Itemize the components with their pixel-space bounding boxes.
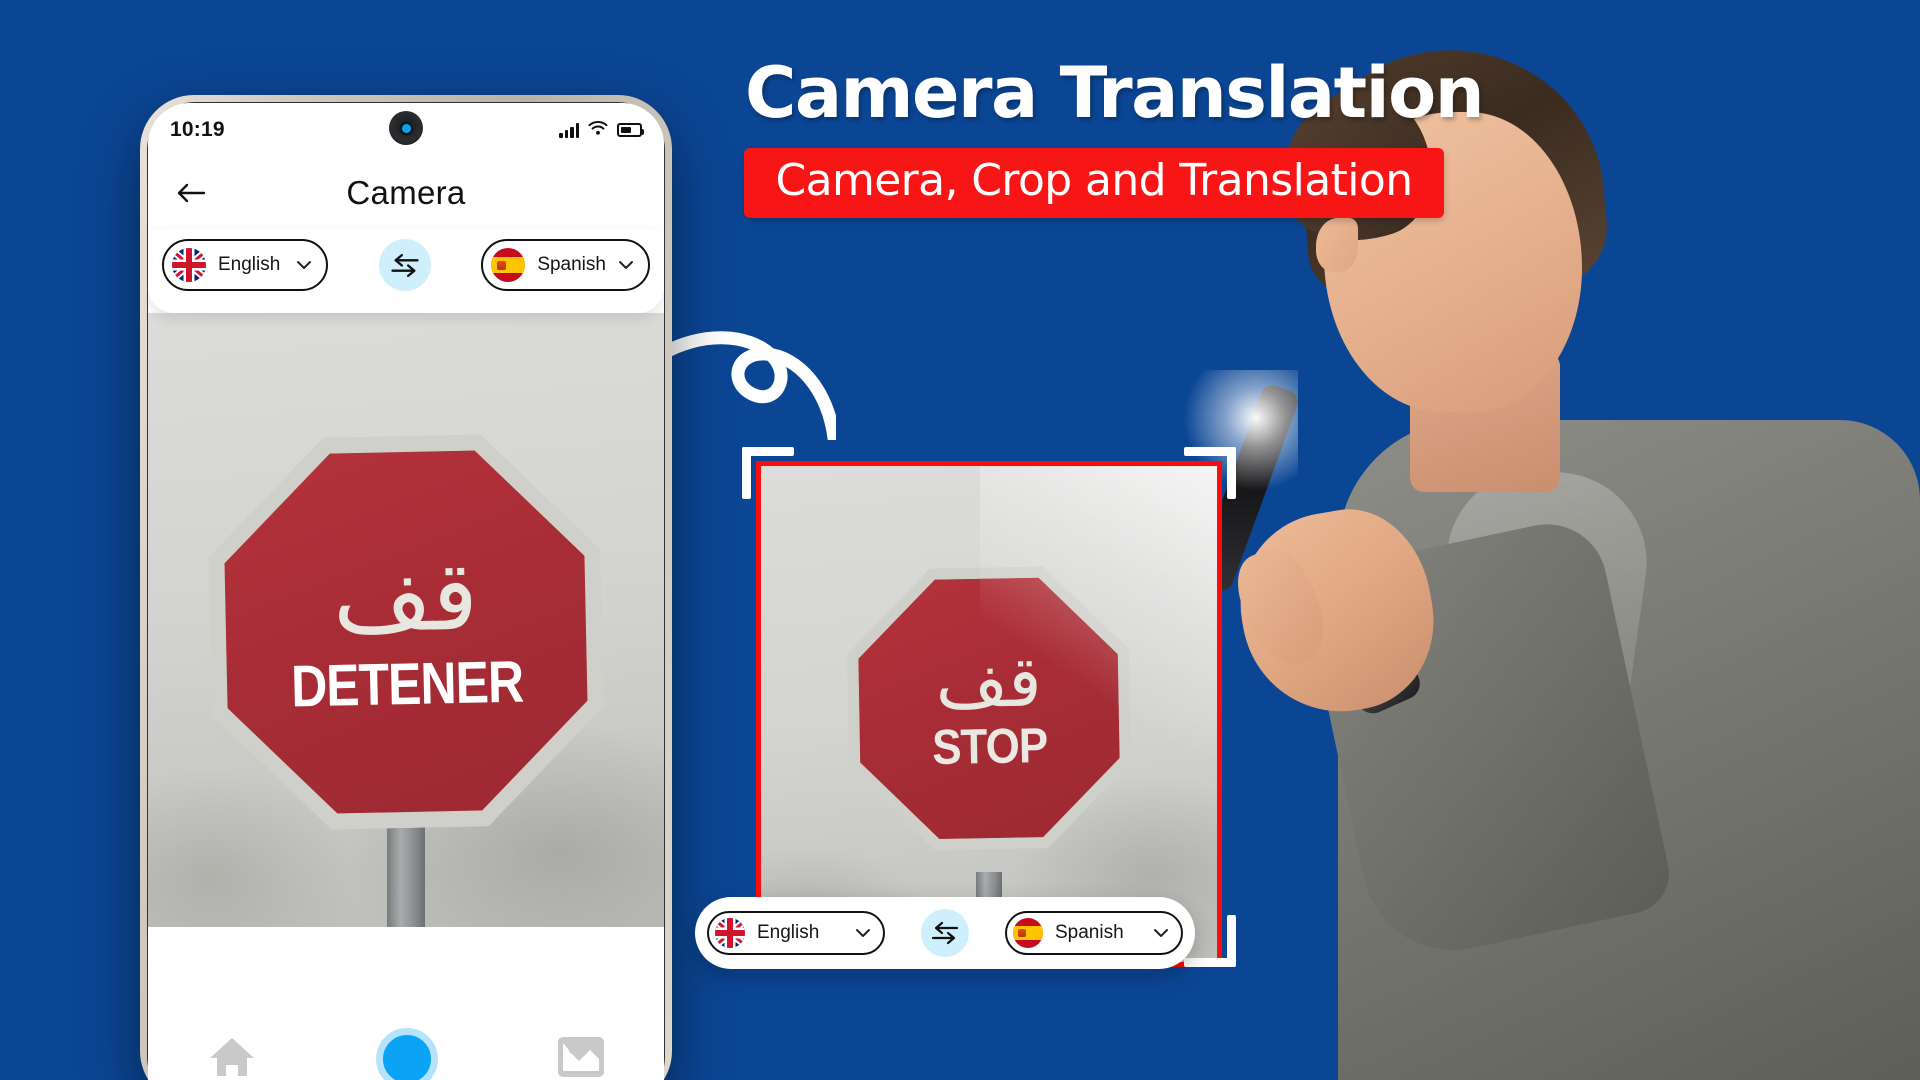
front-camera-punchhole: [389, 111, 423, 145]
status-time: 10:19: [170, 118, 225, 141]
home-icon[interactable]: [207, 1034, 257, 1080]
crop-swap-languages-button[interactable]: [921, 909, 969, 957]
source-language-selector[interactable]: English: [162, 239, 328, 291]
person-nose: [1316, 218, 1358, 272]
sign-text-arabic: قف: [934, 640, 1043, 725]
uk-flag-icon: [715, 918, 745, 948]
swap-languages-button[interactable]: [378, 239, 431, 291]
swap-arrows-icon: [931, 921, 959, 945]
spain-flag-icon: [491, 248, 526, 282]
camera-viewfinder[interactable]: قف DETENER: [148, 313, 664, 927]
crop-preview-card[interactable]: قف STOP: [742, 447, 1236, 967]
sign-text-arabic: قف: [331, 539, 480, 655]
chevron-down-icon[interactable]: [1153, 925, 1169, 941]
crop-source-language-label: English: [757, 922, 820, 943]
app-header: Camera: [148, 157, 664, 229]
swap-arrows-icon: [391, 253, 419, 277]
sign-text-translated: DETENER: [290, 648, 524, 720]
spain-flag-icon: [1013, 918, 1043, 948]
chevron-down-icon[interactable]: [855, 925, 871, 941]
shutter-button[interactable]: [375, 1028, 438, 1080]
crop-target-language-selector[interactable]: Spanish: [1005, 911, 1183, 955]
target-language-label: Spanish: [537, 254, 606, 275]
chevron-down-icon[interactable]: [296, 257, 312, 273]
back-arrow-icon[interactable]: [174, 176, 208, 210]
sign-text-original: STOP: [931, 718, 1048, 776]
app-title: Camera: [346, 174, 466, 211]
phone-mockup: 10:19 Camera English Spanish قف DETENER: [140, 95, 672, 1080]
crop-photo-frame[interactable]: قف STOP: [756, 461, 1222, 967]
page-title: Camera Translation: [744, 52, 1485, 134]
uk-flag-icon: [172, 248, 206, 282]
crop-source-language-selector[interactable]: English: [707, 911, 885, 955]
crop-language-bar[interactable]: English Spanish: [695, 897, 1195, 969]
gallery-icon[interactable]: [557, 1034, 605, 1080]
status-icons: [559, 120, 644, 141]
page-subtitle: Camera, Crop and Translation: [744, 148, 1444, 218]
source-language-label: English: [218, 254, 281, 275]
status-bar: 10:19: [148, 103, 664, 157]
chevron-down-icon[interactable]: [618, 257, 634, 273]
stop-sign-face: قف STOP: [857, 576, 1121, 840]
phone-screen[interactable]: 10:19 Camera English Spanish قف DETENER: [148, 103, 664, 1080]
crop-target-language-label: Spanish: [1055, 922, 1124, 943]
stop-sign-face: قف DETENER: [222, 448, 590, 816]
wifi-icon: [588, 120, 608, 141]
phone-language-bar[interactable]: English Spanish: [148, 229, 664, 313]
crop-corner-top-left[interactable]: [742, 447, 794, 499]
target-language-selector[interactable]: Spanish: [481, 239, 650, 291]
bottom-navigation[interactable]: [148, 1013, 664, 1080]
battery-icon: [617, 123, 644, 137]
crop-corner-top-right[interactable]: [1184, 447, 1236, 499]
signal-icon: [559, 122, 579, 138]
